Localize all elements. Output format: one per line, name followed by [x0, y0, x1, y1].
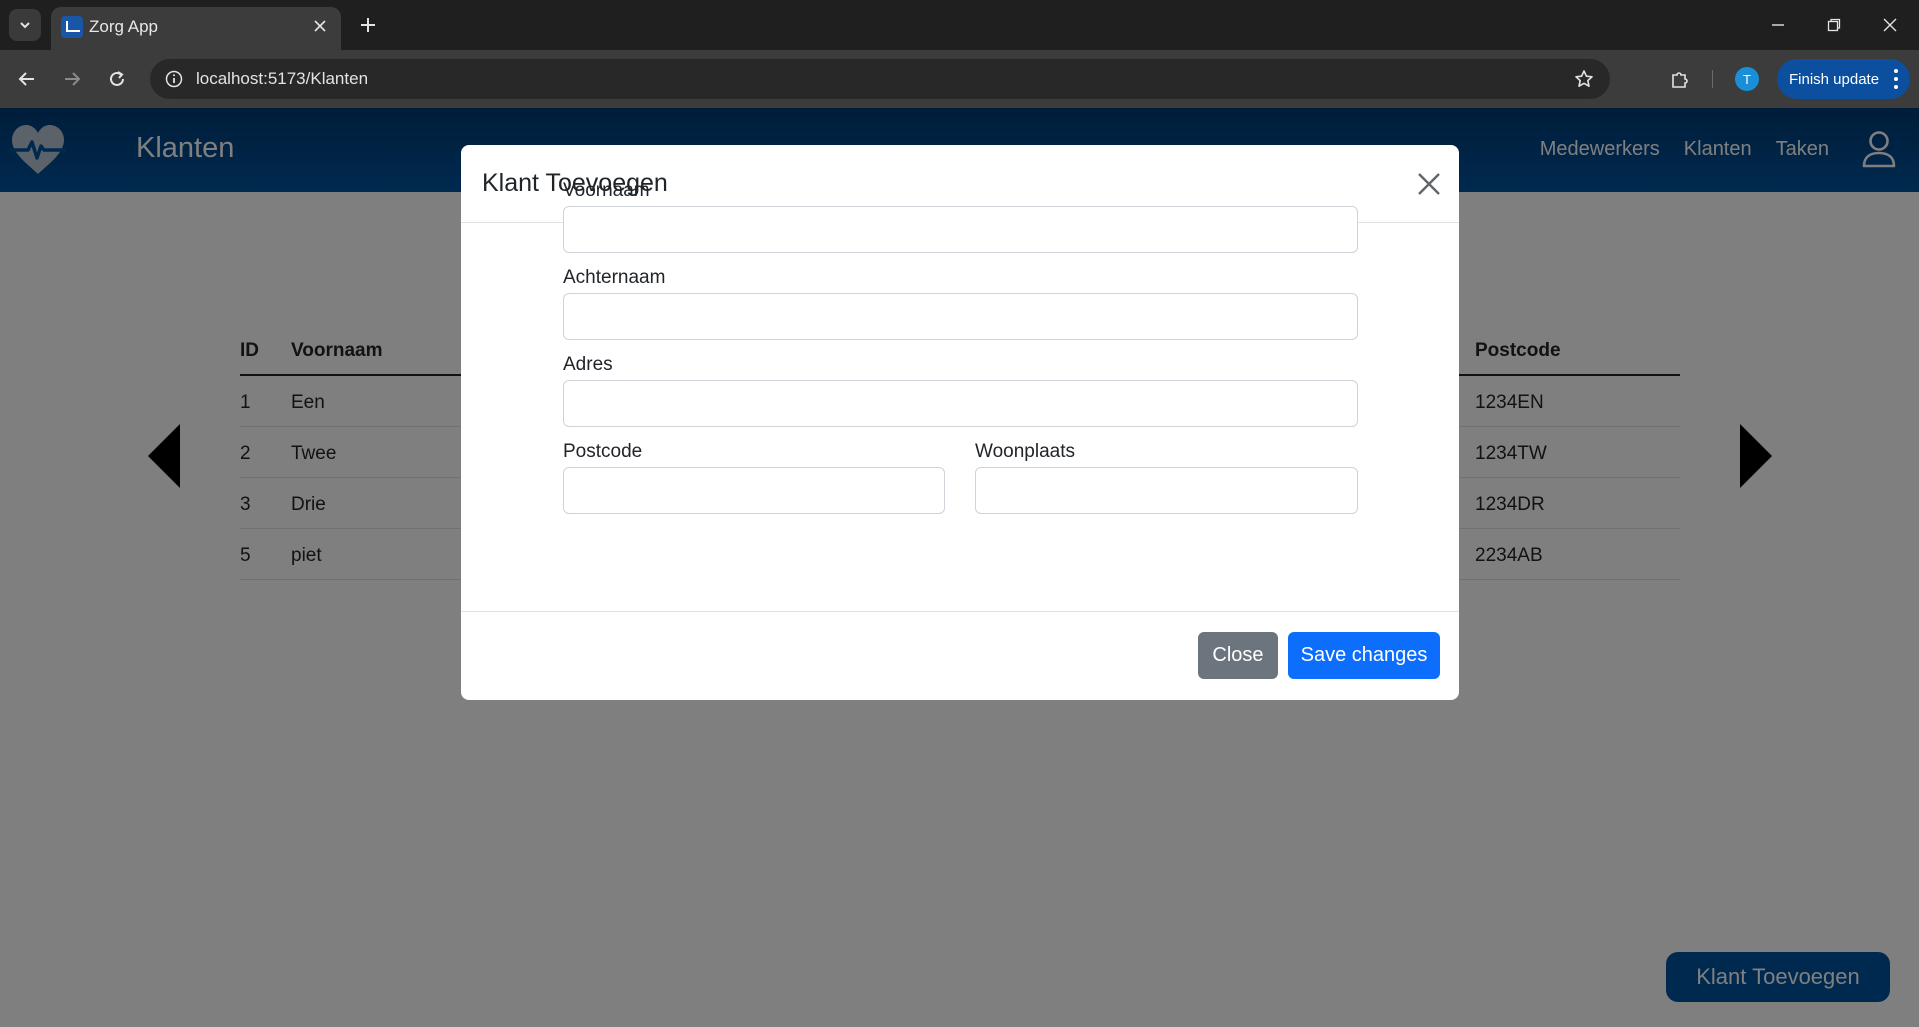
site-info-icon[interactable]: [162, 67, 186, 91]
puzzle-icon: [1672, 72, 1688, 88]
close-icon: [1883, 18, 1897, 32]
achternaam-label: Achternaam: [563, 267, 666, 288]
browser-toolbar: localhost:5173/Klanten T Finish update: [0, 50, 1919, 108]
modal-body: Voornaam Achternaam Adres Postcode Woonp…: [461, 180, 1459, 613]
postcode-input[interactable]: [563, 467, 945, 514]
voornaam-input[interactable]: [563, 206, 1358, 253]
toolbar-separator: [1712, 70, 1713, 88]
close-icon[interactable]: [1416, 171, 1442, 197]
more-options-icon[interactable]: [1892, 67, 1900, 91]
tab-close-button[interactable]: [307, 13, 333, 39]
woonplaats-label: Woonplaats: [975, 441, 1075, 462]
tab-title: Zorg App: [89, 17, 158, 36]
back-button[interactable]: [11, 63, 43, 95]
modal-footer: Close Save changes: [461, 611, 1459, 700]
arrow-left-icon: [18, 72, 34, 86]
restore-icon: [1827, 18, 1841, 32]
favicon-icon: [61, 16, 83, 38]
woonplaats-input[interactable]: [975, 467, 1358, 514]
achternaam-input[interactable]: [563, 293, 1358, 340]
add-klant-modal: Klant Toevoegen Voornaam Achternaam Adre…: [461, 145, 1459, 700]
reload-icon: [110, 71, 124, 86]
profile-avatar[interactable]: T: [1735, 67, 1759, 91]
window-close-button[interactable]: [1862, 0, 1918, 50]
voornaam-label: Voornaam: [563, 180, 650, 201]
new-tab-button[interactable]: [352, 9, 384, 41]
save-changes-button[interactable]: Save changes: [1288, 632, 1440, 679]
minimize-button[interactable]: [1750, 0, 1806, 50]
chevron-down-icon: [20, 22, 30, 29]
browser-tab[interactable]: Zorg App: [51, 7, 341, 50]
forward-button[interactable]: [56, 63, 88, 95]
arrow-right-icon: [65, 72, 81, 86]
extensions-button[interactable]: [1664, 63, 1696, 95]
minimize-icon: [1772, 24, 1784, 26]
tab-search-button[interactable]: [9, 9, 41, 41]
address-bar[interactable]: localhost:5173/Klanten: [150, 59, 1610, 99]
adres-input[interactable]: [563, 380, 1358, 427]
postcode-label: Postcode: [563, 441, 643, 462]
close-icon: [314, 20, 326, 32]
browser-tab-bar: Zorg App: [0, 0, 1919, 50]
url-text: localhost:5173/Klanten: [196, 69, 369, 88]
reload-button[interactable]: [101, 63, 133, 95]
plus-icon: [361, 18, 375, 32]
adres-label: Adres: [563, 354, 613, 375]
restore-button[interactable]: [1806, 0, 1862, 50]
finish-update-label: Finish update: [1789, 70, 1880, 88]
finish-update-button[interactable]: Finish update: [1777, 59, 1910, 99]
bookmark-star-icon[interactable]: [1572, 67, 1596, 91]
close-button[interactable]: Close: [1198, 632, 1278, 679]
